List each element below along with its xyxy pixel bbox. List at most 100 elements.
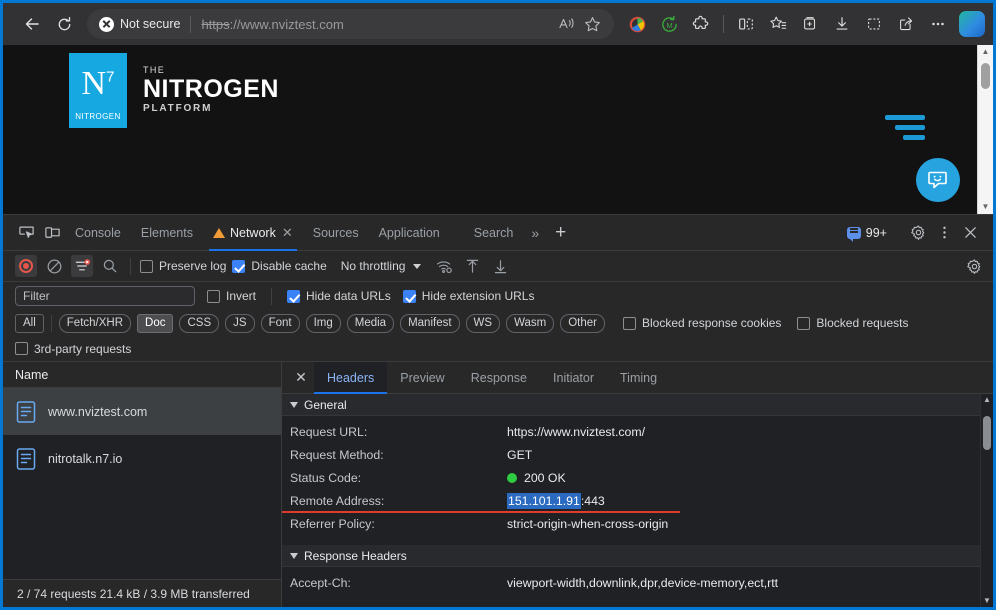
chip-img[interactable]: Img [306,314,341,333]
address-bar[interactable]: Not secure https://www.nviztest.com [87,9,614,39]
tab-application[interactable]: Application [369,215,450,251]
clear-button[interactable] [43,255,65,277]
tab-console[interactable]: Console [65,215,131,251]
chip-js[interactable]: JS [225,314,254,333]
device-toolbar-icon[interactable] [39,221,65,245]
devtools-close-icon[interactable] [957,220,983,246]
section-response-headers[interactable]: Response Headers [282,545,993,567]
inspect-element-icon[interactable] [13,221,39,245]
disable-cache-checkbox[interactable]: Disable cache [232,259,326,273]
chip-ws[interactable]: WS [466,314,501,333]
tab-elements[interactable]: Elements [131,215,203,251]
section-general[interactable]: General [282,394,993,416]
back-button[interactable] [17,9,47,39]
blocked-cookies-label: Blocked response cookies [642,316,781,330]
row-value[interactable]: https://www.nviztest.com/ [507,425,645,439]
preserve-log-label: Preserve log [159,259,226,273]
row-value[interactable]: viewport-width,downlink,dpr,device-memor… [507,576,778,590]
search-icon[interactable] [99,255,121,277]
add-tab-icon[interactable]: + [547,223,574,242]
chip-doc[interactable]: Doc [137,314,173,333]
browser-essentials-icon[interactable] [622,9,652,39]
logo-letter: N7 [69,67,127,101]
chip-other[interactable]: Other [560,314,605,333]
more-options-icon[interactable] [923,9,953,39]
security-indicator[interactable]: Not secure [97,17,180,32]
blocked-requests-label: Blocked requests [816,316,908,330]
table-row[interactable]: www.nviztest.com [3,388,281,435]
export-har-icon[interactable] [489,255,511,277]
row-value[interactable]: strict-origin-when-cross-origin [507,517,668,531]
chat-button[interactable] [916,158,960,202]
tab-label: Sources [313,226,359,240]
blocked-response-cookies-checkbox[interactable]: Blocked response cookies [623,316,781,330]
message-count[interactable]: 99+ [847,226,887,240]
filter-input[interactable]: Filter [15,286,195,306]
record-button[interactable] [15,255,37,277]
detail-close-icon[interactable]: ✕ [288,365,314,391]
chip-css[interactable]: CSS [179,314,219,333]
tab-timing[interactable]: Timing [607,362,670,394]
scrollbar-thumb[interactable] [983,416,991,450]
general-row-request-method: Request Method: GET [282,443,993,466]
network-conditions-icon[interactable] [433,255,455,277]
m-extension-icon[interactable]: M [654,9,684,39]
tab-initiator[interactable]: Initiator [540,362,607,394]
copilot-icon[interactable] [959,11,985,37]
reload-button[interactable] [49,9,79,39]
tab-search[interactable]: Search [450,215,524,251]
screenshot-icon[interactable] [859,9,889,39]
preserve-log-checkbox[interactable]: Preserve log [140,259,226,273]
chip-font[interactable]: Font [261,314,300,333]
share-icon[interactable] [891,9,921,39]
request-list-pane: Name www.nviztest.com [3,362,282,607]
import-har-icon[interactable] [461,255,483,277]
tab-headers[interactable]: Headers [314,362,387,394]
favorite-star-icon[interactable] [580,12,604,36]
page-scrollbar[interactable]: ▲ ▼ [977,45,993,214]
chip-media[interactable]: Media [347,314,394,333]
detail-scrollbar[interactable]: ▲ ▼ [980,394,993,607]
invert-checkbox[interactable]: Invert [207,289,256,303]
chip-fetch-xhr[interactable]: Fetch/XHR [59,314,131,333]
row-value[interactable]: 151.101.1.91:443 [507,494,605,508]
devtools-more-icon[interactable] [931,220,957,246]
close-icon[interactable]: ✕ [282,225,293,241]
site-logo[interactable]: N7 NITROGEN THE NITROGEN PLATFORM [69,53,279,128]
tab-response[interactable]: Response [458,362,540,394]
collections-icon[interactable] [795,9,825,39]
blocked-requests-checkbox[interactable]: Blocked requests [797,316,908,330]
third-party-requests-checkbox[interactable]: 3rd-party requests [15,342,131,356]
scroll-up-arrow[interactable]: ▲ [981,396,993,404]
chip-manifest[interactable]: Manifest [400,314,459,333]
devtools-settings-icon[interactable] [905,220,931,246]
tab-sources[interactable]: Sources [303,215,369,251]
message-count-label: 99+ [866,226,887,240]
scrollbar-thumb[interactable] [981,63,990,89]
tab-network[interactable]: Network ✕ [203,215,303,251]
network-settings-icon[interactable] [963,255,985,277]
table-row[interactable]: nitrotalk.n7.io [3,435,281,482]
scroll-down-arrow[interactable]: ▼ [981,597,993,605]
scroll-down-arrow[interactable]: ▼ [978,200,993,214]
row-value[interactable]: 200 OK [507,471,566,485]
more-tabs-icon[interactable]: » [523,225,547,241]
not-secure-icon [99,17,114,32]
scroll-up-arrow[interactable]: ▲ [978,45,993,59]
filter-toggle-button[interactable] [71,255,93,277]
tab-preview[interactable]: Preview [387,362,457,394]
hide-extension-urls-checkbox[interactable]: Hide extension URLs [403,289,535,303]
row-key: Request Method: [290,448,507,462]
read-aloud-icon[interactable] [556,12,580,36]
hide-data-urls-checkbox[interactable]: Hide data URLs [287,289,391,303]
hamburger-menu-icon[interactable] [885,115,925,145]
chip-wasm[interactable]: Wasm [506,314,554,333]
downloads-icon[interactable] [827,9,857,39]
throttling-dropdown[interactable]: No throttling [333,257,428,275]
split-screen-icon[interactable] [731,9,761,39]
extensions-icon[interactable] [686,9,716,39]
window-frame: Not secure https://www.nviztest.com [0,0,996,610]
chip-all[interactable]: All [15,314,44,333]
row-value[interactable]: GET [507,448,532,462]
favorites-icon[interactable] [763,9,793,39]
